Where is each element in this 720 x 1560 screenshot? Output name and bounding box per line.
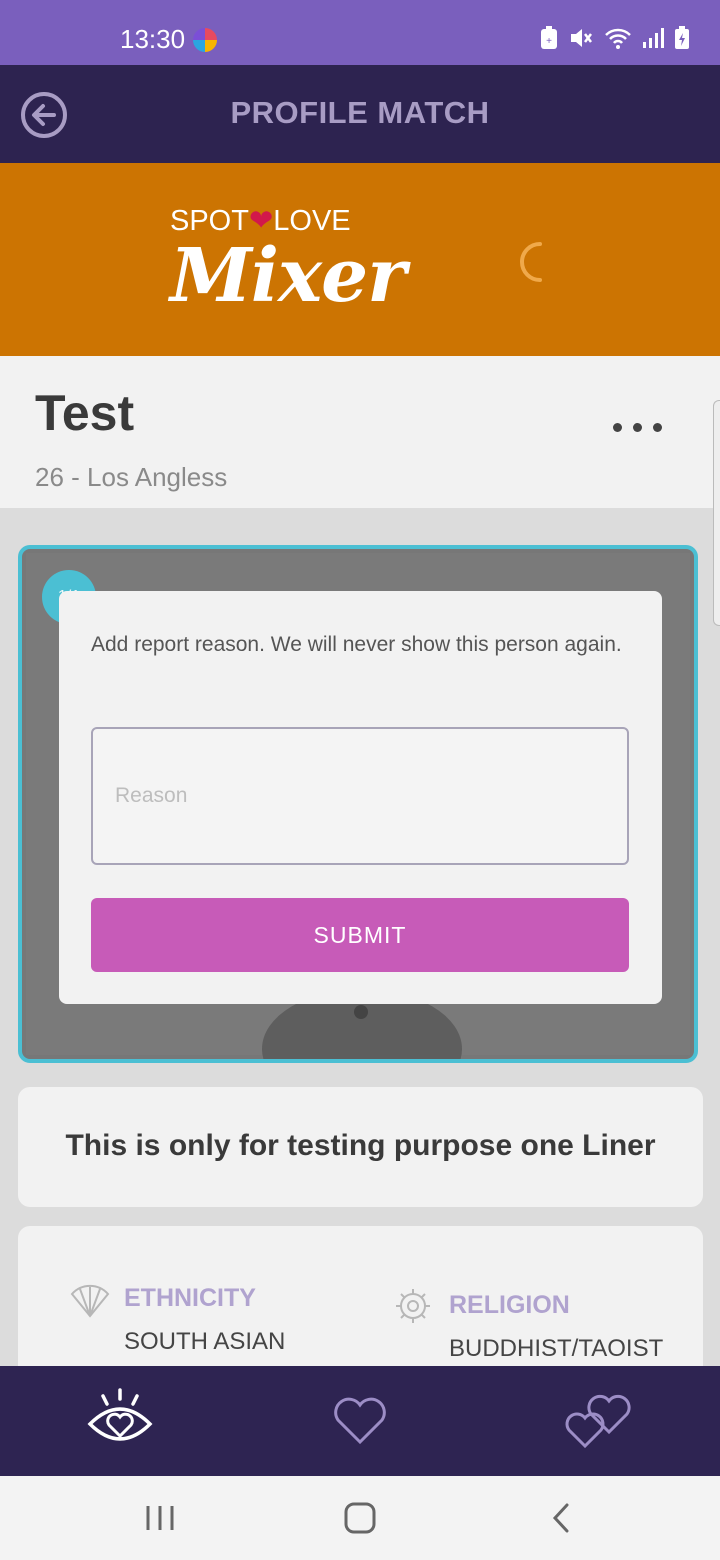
- recent-apps-button[interactable]: [140, 1498, 180, 1538]
- edge-browser-icon: [193, 28, 217, 52]
- recent-apps-icon: [146, 1506, 174, 1530]
- report-dialog: Add report reason. We will never show th…: [59, 591, 662, 1004]
- battery-saver-icon: +: [540, 26, 558, 55]
- hand-fan-icon: [70, 1284, 110, 1318]
- more-options-button[interactable]: [604, 410, 670, 444]
- brand-banner: SPOT❤LOVE Mixer: [0, 163, 720, 356]
- status-bar: 13:30 +: [0, 0, 720, 65]
- more-horizontal-icon: [612, 422, 622, 432]
- heart-icon: [334, 1397, 386, 1445]
- back-icon: [552, 1503, 569, 1533]
- submit-button[interactable]: SUBMIT: [91, 898, 629, 972]
- religion-label: RELIGION: [449, 1291, 570, 1319]
- system-navigation-bar: [0, 1476, 720, 1560]
- dharma-wheel-icon: [396, 1289, 430, 1323]
- profile-header: Test 26 - Los Angless: [0, 356, 720, 508]
- wifi-icon: [604, 26, 632, 55]
- about-text: This is only for testing purpose one Lin…: [65, 1129, 656, 1162]
- page-title: PROFILE MATCH: [230, 95, 490, 130]
- nav-discover[interactable]: [85, 1388, 155, 1454]
- religion-value: BUDDHIST/TAOIST: [449, 1335, 664, 1362]
- carousel-dot[interactable]: [354, 1005, 368, 1019]
- profile-name: Test: [35, 385, 135, 441]
- app-bar: PROFILE MATCH: [0, 65, 720, 163]
- signal-icon: [642, 26, 664, 55]
- status-time: 13:30: [120, 24, 186, 54]
- svg-text:+: +: [546, 36, 552, 47]
- battery-charging-icon: [674, 26, 690, 55]
- home-button[interactable]: [340, 1498, 380, 1538]
- bottom-navigation: [0, 1366, 720, 1476]
- loading-spinner-icon: [520, 242, 542, 282]
- report-message: Add report reason. We will never show th…: [91, 633, 622, 656]
- brand-wordmark-main: Mixer: [170, 233, 406, 319]
- profile-age-location: 26 - Los Angless: [35, 462, 228, 492]
- two-hearts-icon: [565, 1394, 631, 1449]
- reason-input[interactable]: [91, 727, 629, 865]
- nav-matches[interactable]: [563, 1388, 633, 1454]
- system-icons: +: [540, 26, 690, 55]
- ethnicity-label: ETHNICITY: [124, 1284, 256, 1312]
- eye-heart-icon: [87, 1388, 153, 1441]
- about-card: This is only for testing purpose one Lin…: [18, 1087, 703, 1207]
- more-dot: [652, 422, 662, 432]
- more-dot: [632, 422, 642, 432]
- home-icon: [344, 1502, 376, 1534]
- ethnicity-value: SOUTH ASIAN: [124, 1328, 286, 1355]
- details-card: ETHNICITY SOUTH ASIAN RELIGION BUDDHIST/…: [18, 1226, 703, 1386]
- system-back-button[interactable]: [542, 1498, 582, 1538]
- mute-icon: [568, 26, 594, 55]
- nav-likes[interactable]: [325, 1388, 395, 1454]
- scroll-indicator[interactable]: [713, 400, 720, 626]
